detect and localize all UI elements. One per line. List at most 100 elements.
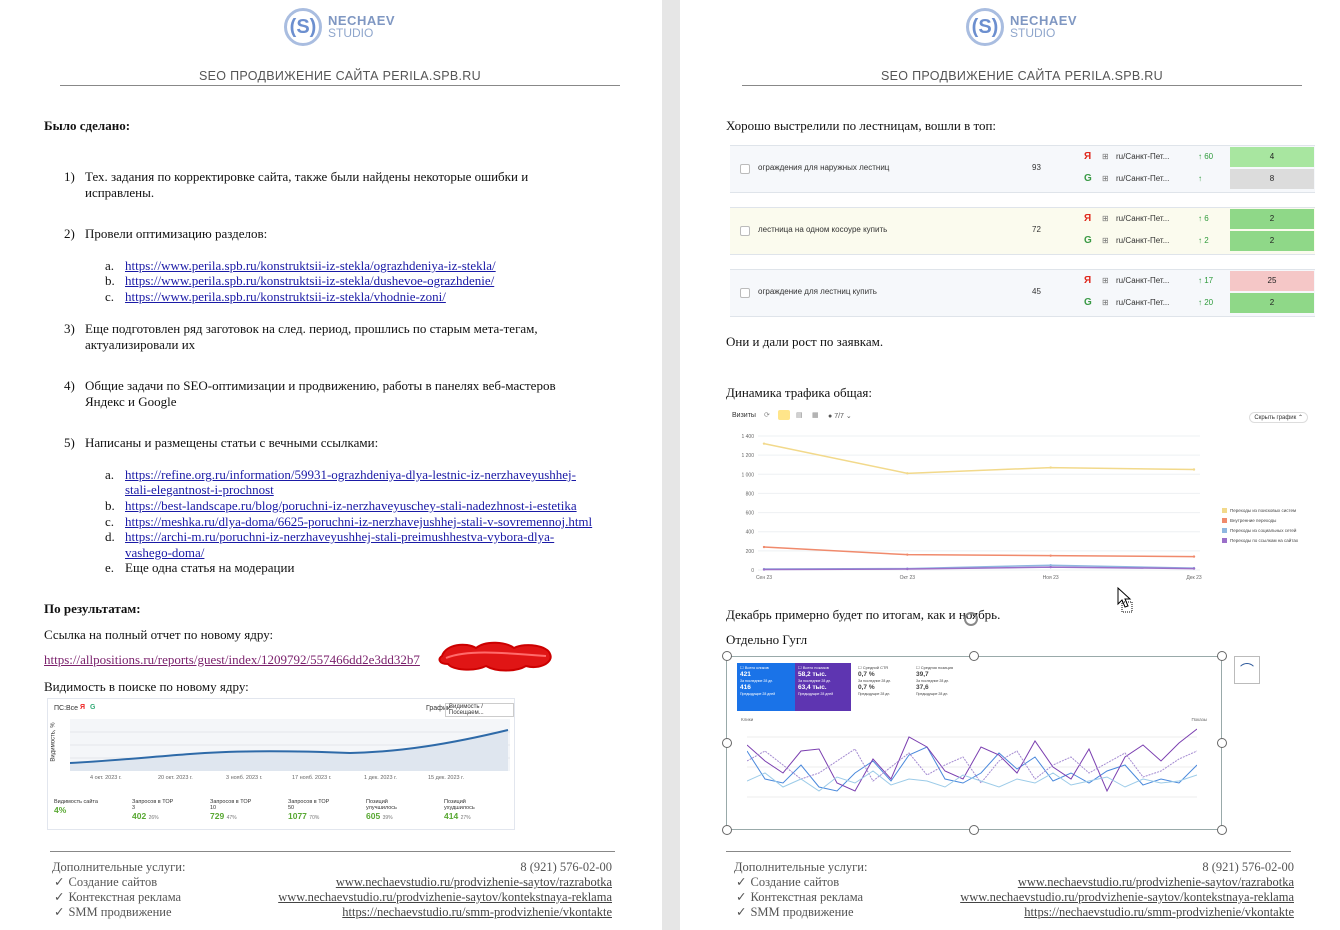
stat-block: Запросов в ТОР 10 729 47%: [210, 799, 252, 821]
moderation-note: Еще одна статья на модерации: [125, 560, 295, 575]
article-link[interactable]: https://archi-m.ru/poruchni-iz-nerzhavey…: [125, 529, 554, 545]
google-label: Отдельно Гугл: [726, 632, 808, 647]
selected-image-frame[interactable]: ☐ Всего кликов 421 За последние 28 дн. 416 П…: [726, 656, 1222, 830]
table-mode-icon[interactable]: ▦: [812, 411, 819, 419]
article-link[interactable]: https://best-landscape.ru/blog/poruchni-…: [125, 498, 577, 514]
gsc-metric-card[interactable]: ☐ Средний CTR 0,7 % За последние 28 дн. 0,7…: [858, 665, 910, 697]
keyword-text: ограждение для лестниц купить: [758, 287, 877, 296]
graph-select[interactable]: Видимость / Посещаем...: [445, 703, 514, 717]
footer-link[interactable]: https://nechaevstudio.ru/smm-prodvizheni…: [1024, 905, 1294, 919]
article-link[interactable]: https://meshka.ru/dlya-doma/6625-poruchn…: [125, 514, 592, 530]
position-value: 2: [1230, 209, 1314, 229]
series-line: [763, 546, 1195, 558]
keyword-text: ограждения для наружных лестниц: [758, 163, 890, 172]
position-value: 4: [1230, 147, 1314, 167]
resize-handle[interactable]: [969, 651, 979, 661]
x-tick-label: Сен 23: [756, 575, 772, 581]
resize-handle[interactable]: [722, 825, 732, 835]
search-volume: 93: [1032, 163, 1041, 172]
item-text: Написаны и размещены статьи с вечными сс…: [85, 435, 379, 450]
position-value: 2: [1230, 231, 1314, 251]
footer-divider: [726, 851, 1291, 852]
resize-handle[interactable]: [722, 738, 732, 748]
stat-block: Позиций ухудшилось 414 27%: [444, 799, 475, 821]
hide-chart-button[interactable]: Скрыть график ⌃: [1249, 412, 1308, 423]
series-point: [762, 442, 766, 445]
series-point: [1192, 468, 1196, 471]
region-text: ru/Санкт-Пет...: [1116, 152, 1170, 161]
y-tick-label: 200: [746, 549, 755, 555]
google-icon: G: [1084, 173, 1092, 184]
region-text: ru/Санкт-Пет...: [1116, 174, 1170, 183]
row-checkbox[interactable]: [740, 288, 750, 298]
x-tick-label: Окт 23: [900, 575, 916, 581]
rotate-handle-icon[interactable]: [964, 612, 978, 626]
layout-options-icon[interactable]: ⌒: [1234, 656, 1260, 684]
results-heading: По результатам:: [44, 601, 141, 616]
region-text: ru/Санкт-Пет...: [1116, 214, 1170, 223]
position-value: 25: [1230, 271, 1314, 291]
footer-contacts: 8 (921) 576-02-00 www.nechaevstudio.ru/p…: [960, 860, 1294, 920]
resize-handle[interactable]: [1217, 651, 1227, 661]
report-label: Ссылка на полный отчет по новому ядру:: [44, 627, 274, 642]
visibility-chart-card: ПС: Все Я G График: Видимость / Посещаем…: [47, 698, 515, 830]
footer-link[interactable]: www.nechaevstudio.ru/prodvizhenie-saytov…: [278, 890, 612, 904]
series-point: [1049, 466, 1052, 469]
report-link[interactable]: https://allpositions.ru/reports/guest/in…: [44, 652, 420, 668]
y-tick-label: 800: [746, 491, 755, 497]
check-icon: ✓: [54, 875, 65, 889]
footer-link[interactable]: www.nechaevstudio.ru/prodvizhenie-saytov…: [336, 875, 612, 889]
line-mode-icon[interactable]: [778, 410, 790, 420]
footer-link[interactable]: www.nechaevstudio.ru/prodvizhenie-saytov…: [960, 890, 1294, 904]
section-link[interactable]: https://www.perila.spb.ru/konstruktsii-i…: [125, 258, 496, 274]
article-link[interactable]: https://refine.org.ru/information/59931-…: [125, 467, 576, 483]
period-select[interactable]: ● 7/7 ⌄: [828, 412, 852, 420]
google-icon: G: [1084, 235, 1092, 246]
page-header-title: SEO ПРОДВИЖЕНИЕ САЙТА PERILA.SPB.RU: [881, 69, 1163, 83]
keyword-positions-table: ограждения для наружных лестниц 93 Я ⊞ ru/Са…: [730, 140, 1315, 322]
legend-swatch: [1222, 528, 1227, 533]
position-change: ↑ 20: [1198, 298, 1214, 307]
resize-handle[interactable]: [722, 651, 732, 661]
row-checkbox[interactable]: [740, 164, 750, 174]
y-tick-label: 600: [746, 511, 755, 517]
resize-handle[interactable]: [1217, 825, 1227, 835]
footer-link[interactable]: www.nechaevstudio.ru/prodvizhenie-saytov…: [1018, 875, 1294, 889]
series-point: [762, 568, 766, 571]
google-icon[interactable]: G: [90, 704, 95, 711]
resize-handle[interactable]: [969, 825, 979, 835]
footer-phone: 8 (921) 576-02-00: [520, 860, 612, 874]
footer-link[interactable]: https://nechaevstudio.ru/smm-prodvizheni…: [342, 905, 612, 919]
link-letter: c.: [105, 514, 115, 529]
y-tick-label: 400: [746, 530, 755, 536]
stat-block: Позиций улучшилось 605 39%: [366, 799, 397, 821]
gsc-metric-card[interactable]: ☐ Всего кликов 421 За последние 28 дн. 416 П…: [740, 665, 792, 697]
mouse-cursor-icon: [1117, 586, 1133, 613]
position-change: ↑ 17: [1198, 276, 1214, 285]
item-number: 1): [64, 169, 75, 184]
series-point: [762, 545, 766, 549]
bar-mode-icon[interactable]: ▤: [796, 411, 803, 419]
gsc-metric-card[interactable]: ☐ Средняя позиция 39,7 За последние 28 дн.…: [916, 665, 968, 697]
top-text: Хорошо выстрелили по лестницам, вошли в …: [726, 118, 997, 133]
ps-all[interactable]: Все: [66, 705, 78, 712]
yandex-icon[interactable]: Я: [80, 704, 85, 711]
section-link[interactable]: https://www.perila.spb.ru/konstruktsii-i…: [125, 289, 446, 305]
article-link-cont[interactable]: vashego-doma/: [125, 545, 204, 561]
done-heading: Было сделано:: [44, 118, 131, 133]
brand-logo: (S) NECHAEV STUDIO: [966, 8, 1077, 46]
row-checkbox[interactable]: [740, 226, 750, 236]
gsc-metric-card[interactable]: ☐ Всего показов 58,2 тыс. За последние 28 …: [798, 665, 850, 697]
visits-label: Визиты: [732, 412, 756, 419]
refresh-icon[interactable]: ⟳: [764, 411, 770, 419]
footer-divider: [50, 851, 615, 852]
article-link-cont[interactable]: stali-elegantnost-i-prochnost: [125, 482, 274, 498]
legend-label: Переходы по ссылкам на сайтах: [1230, 537, 1299, 543]
link-letter: a.: [105, 467, 115, 482]
region-text: ru/Санкт-Пет...: [1116, 236, 1170, 245]
check-icon: ✓: [736, 905, 747, 919]
header-divider: [742, 85, 1302, 86]
check-icon: ✓: [54, 905, 65, 919]
section-link[interactable]: https://www.perila.spb.ru/konstruktsii-i…: [125, 273, 494, 289]
resize-handle[interactable]: [1217, 738, 1227, 748]
